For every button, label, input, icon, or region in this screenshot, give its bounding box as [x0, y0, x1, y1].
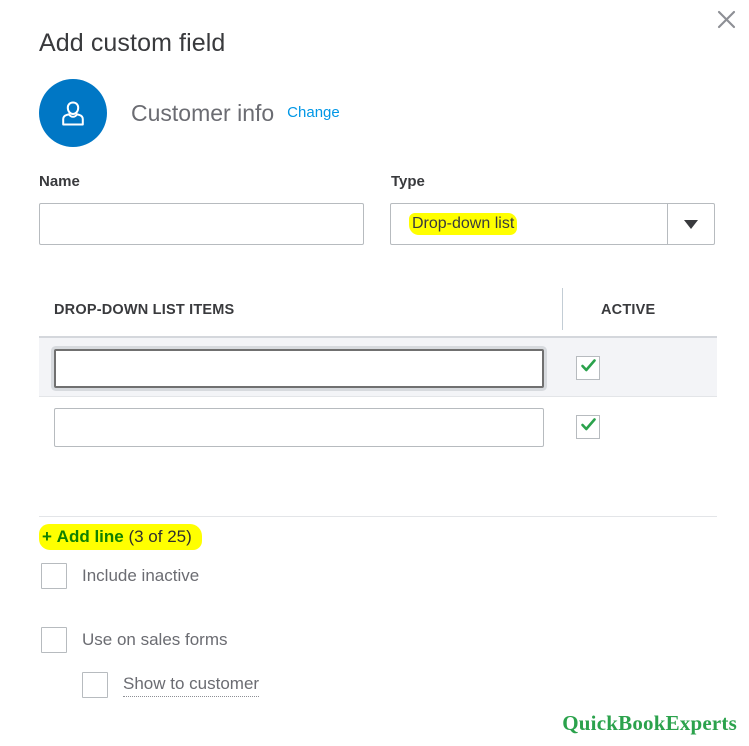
page-title: Add custom field	[39, 29, 226, 57]
check-icon	[580, 357, 597, 379]
column-header-items: DROP-DOWN LIST ITEMS	[54, 302, 235, 318]
include-inactive-checkbox[interactable]	[41, 563, 67, 589]
list-item-input-1[interactable]	[54, 349, 544, 388]
column-divider	[562, 288, 563, 330]
change-entity-link[interactable]: Change	[287, 104, 340, 121]
chevron-down-icon	[684, 219, 698, 229]
type-select-value-wrap: Drop-down list	[391, 204, 667, 244]
column-header-active: ACTIVE	[601, 302, 656, 318]
add-line-label: Add line	[56, 527, 124, 546]
close-button[interactable]	[711, 4, 741, 34]
watermark: QuickBookExperts	[562, 711, 737, 735]
show-to-customer-label: Show to customer	[123, 674, 260, 697]
active-checkbox-1[interactable]	[576, 356, 600, 380]
use-on-sales-forms-checkbox[interactable]	[41, 627, 67, 653]
check-icon	[580, 416, 597, 438]
name-field-label: Name	[39, 173, 80, 190]
table-row	[39, 338, 717, 397]
table-header: DROP-DOWN LIST ITEMS ACTIVE	[39, 288, 717, 338]
add-line-button[interactable]: + Add line (3 of 25)	[39, 524, 202, 550]
option-use-on-sales-forms[interactable]: Use on sales forms	[41, 627, 228, 653]
use-on-sales-forms-label: Use on sales forms	[82, 630, 228, 649]
add-custom-field-modal: Add custom field Customer info Change Na…	[0, 0, 749, 746]
type-select[interactable]: Drop-down list	[390, 203, 715, 245]
entity-name: Customer info	[131, 99, 275, 126]
option-include-inactive[interactable]: Include inactive	[41, 563, 199, 589]
drop-down-list-items-table: DROP-DOWN LIST ITEMS ACTIVE	[39, 288, 717, 455]
table-bottom-divider	[39, 516, 717, 517]
add-line-count: (3 of 25)	[128, 527, 192, 546]
include-inactive-label: Include inactive	[82, 566, 200, 585]
show-to-customer-checkbox[interactable]	[82, 672, 108, 698]
type-field-label: Type	[391, 173, 425, 190]
name-input[interactable]	[39, 203, 364, 245]
plus-icon: +	[42, 527, 52, 546]
entity-row: Customer info Change	[39, 79, 340, 147]
option-show-to-customer[interactable]: Show to customer	[82, 672, 260, 698]
close-icon	[717, 10, 736, 29]
list-item-input-2[interactable]	[54, 408, 544, 447]
type-select-value: Drop-down list	[409, 213, 518, 235]
type-select-arrow[interactable]	[667, 204, 714, 244]
person-avatar-icon	[39, 79, 107, 147]
table-row	[39, 397, 717, 455]
active-checkbox-2[interactable]	[576, 415, 600, 439]
